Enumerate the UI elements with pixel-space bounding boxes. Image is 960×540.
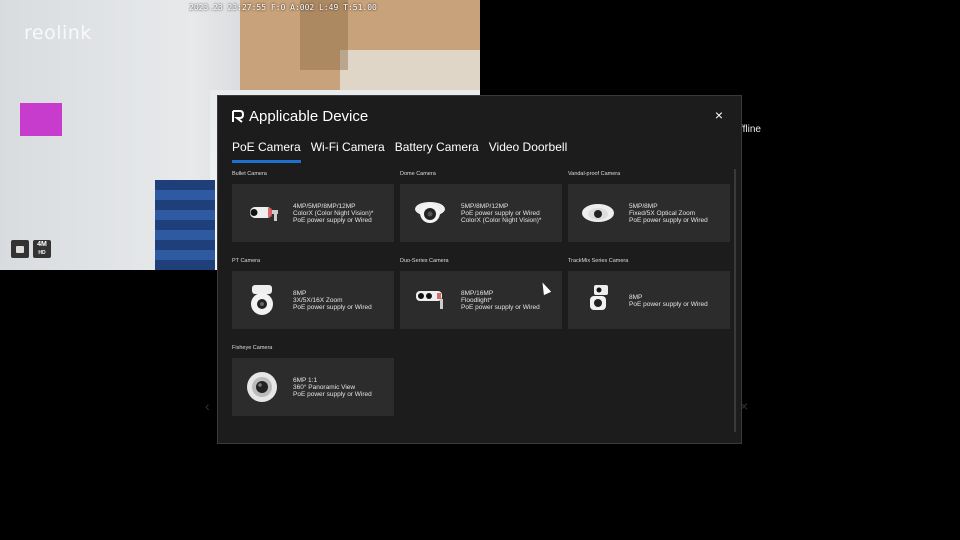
device-type-tabs: PoE Camera Wi-Fi Camera Battery Camera V… [232, 140, 567, 163]
prev-arrow-icon: ‹ [205, 398, 210, 414]
record-icon[interactable] [11, 240, 29, 258]
section-bullet-camera: Bullet Camera 4MP/5MP/8MP/12MP ColorX (C… [232, 171, 394, 242]
spec-line: 5MP/8MP [629, 203, 658, 210]
device-specs: 8MP 3X/5X/16X Zoom PoE power supply or W… [293, 290, 372, 311]
spec-line: PoE power supply or Wired [293, 217, 372, 224]
spec-line: 8MP [629, 294, 643, 301]
spec-line: PoE power supply or Wired [629, 217, 708, 224]
spec-line: ColorX (Color Night Vision)* [293, 210, 374, 217]
reolink-logo: reolink [24, 22, 92, 44]
spec-line: PoE power supply or Wired [629, 301, 708, 308]
spec-line: 8MP [293, 290, 307, 297]
device-specs: 6MP 1:1 360° Panoramic View PoE power su… [293, 377, 372, 398]
duo-camera-icon [416, 291, 443, 309]
device-card-dome[interactable]: 5MP/8MP/12MP PoE power supply or Wired C… [400, 184, 562, 242]
section-label: Duo-Series Camera [400, 258, 449, 264]
section-label: Fisheye Camera [232, 345, 273, 351]
spec-line: ColorX (Color Night Vision)* [461, 217, 542, 224]
device-grid: Bullet Camera 4MP/5MP/8MP/12MP ColorX (C… [232, 171, 730, 436]
vandal-proof-camera-icon [582, 204, 614, 222]
feed-scene-boxes [155, 180, 215, 270]
section-duo-series-camera: Duo-Series Camera 8MP/16MP Floodlight* P… [400, 258, 562, 329]
dialog-scrollbar[interactable] [734, 169, 736, 432]
spec-line: Fixed/5X Optical Zoom [629, 210, 696, 217]
spec-line: PoE power supply or Wired [293, 391, 372, 398]
device-card-trackmix[interactable]: 8MP PoE power supply or Wired [568, 271, 730, 329]
close-button[interactable]: × [715, 108, 723, 122]
section-fisheye-camera: Fisheye Camera 6MP 1:1 360° Panoramic Vi… [232, 345, 394, 416]
dome-camera-icon [415, 202, 445, 223]
pt-camera-icon [251, 285, 273, 315]
resolution-badge-sub: HD [38, 250, 46, 256]
spec-line: Floodlight* [461, 297, 492, 304]
fisheye-camera-icon [247, 372, 277, 402]
section-label: Vandal-proof Camera [568, 171, 621, 177]
privacy-mask [20, 103, 62, 136]
applicable-device-dialog: Applicable Device × PoE Camera Wi-Fi Cam… [217, 95, 742, 444]
dialog-header: Applicable Device [232, 108, 368, 125]
tab-poe-camera[interactable]: PoE Camera [232, 140, 301, 163]
device-card-duo[interactable]: 8MP/16MP Floodlight* PoE power supply or… [400, 271, 562, 329]
spec-line: 5MP/8MP/12MP [461, 203, 509, 210]
device-card-pt[interactable]: 8MP 3X/5X/16X Zoom PoE power supply or W… [232, 271, 394, 329]
bullet-camera-icon [250, 207, 278, 221]
device-card-bullet[interactable]: 4MP/5MP/8MP/12MP ColorX (Color Night Vis… [232, 184, 394, 242]
spec-line: 6MP 1:1 [293, 377, 318, 384]
spec-line: PoE power supply or Wired [461, 304, 540, 311]
resolution-badge[interactable]: 4M HD [33, 240, 51, 258]
offline-label: ffline [740, 124, 761, 135]
tab-video-doorbell[interactable]: Video Doorbell [489, 140, 568, 163]
spec-line: PoE power supply or Wired [461, 210, 540, 217]
device-specs: 4MP/5MP/8MP/12MP ColorX (Color Night Vis… [293, 203, 373, 224]
section-label: Dome Camera [400, 171, 436, 177]
section-dome-camera: Dome Camera 5MP/8MP/12MP PoE power suppl… [400, 171, 562, 242]
section-label: PT Camera [232, 258, 261, 264]
section-pt-camera: PT Camera 8MP 3X/5X/16X Zoom PoE power s… [232, 258, 394, 329]
spec-line: 4MP/5MP/8MP/12MP [293, 203, 356, 210]
feed-osd-timestamp: 2023.23 23:27:55 F:0 A:002 L:49 T:51.00 [189, 3, 377, 12]
trackmix-camera-icon [590, 285, 608, 310]
device-specs: 5MP/8MP Fixed/5X Optical Zoom PoE power … [629, 203, 708, 224]
section-label: Bullet Camera [232, 171, 267, 177]
tab-wifi-camera[interactable]: Wi-Fi Camera [311, 140, 385, 163]
spec-line: 8MP/16MP [461, 290, 494, 297]
device-specs: 8MP PoE power supply or Wired [629, 294, 708, 308]
device-specs: 8MP/16MP Floodlight* PoE power supply or… [461, 290, 540, 311]
dialog-title: Applicable Device [249, 108, 369, 125]
device-card-vandal-proof[interactable]: 5MP/8MP Fixed/5X Optical Zoom PoE power … [568, 184, 730, 242]
resolution-badge-main: 4M [37, 241, 47, 248]
device-card-fisheye[interactable]: 6MP 1:1 360° Panoramic View PoE power su… [232, 358, 394, 416]
section-trackmix-camera: TrackMix Series Camera 8MP PoE power sup… [568, 258, 730, 329]
spec-line: 3X/5X/16X Zoom [293, 297, 343, 304]
section-label: TrackMix Series Camera [568, 258, 629, 264]
spec-line: 360° Panoramic View [293, 384, 356, 391]
reolink-r-icon [232, 110, 244, 123]
spec-line: PoE power supply or Wired [293, 304, 372, 311]
section-vandal-proof-camera: Vandal-proof Camera 5MP/8MP Fixed/5X Opt… [568, 171, 730, 242]
tab-battery-camera[interactable]: Battery Camera [395, 140, 479, 163]
device-specs: 5MP/8MP/12MP PoE power supply or Wired C… [461, 203, 541, 224]
